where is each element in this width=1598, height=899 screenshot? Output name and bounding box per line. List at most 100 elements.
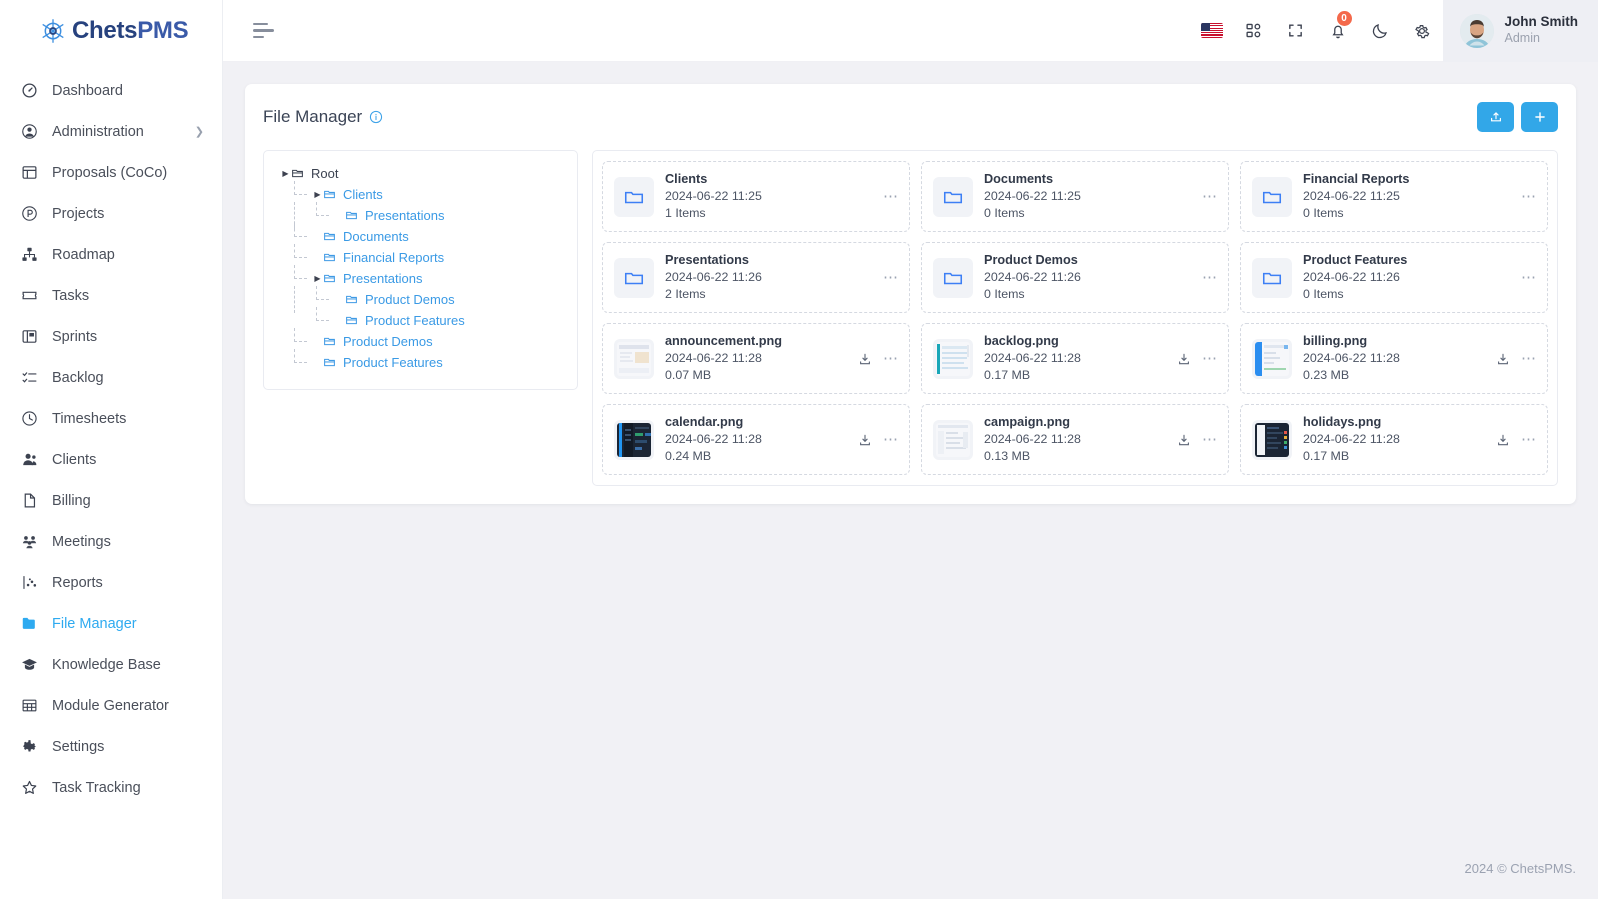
file-name: Product Demos [984,252,1078,267]
language-selector[interactable] [1191,0,1233,62]
file-size: 0.24 MB [665,449,712,464]
sidebar-item-meetings[interactable]: Meetings [0,521,222,562]
sidebar-item-timesheets[interactable]: Timesheets [0,398,222,439]
tree-node-clients[interactable]: ▶ Clients [276,181,567,205]
folder-icon [323,188,340,201]
tree-node-clients-presentations[interactable]: ▶ Presentations [276,202,567,229]
more-horizontal-icon[interactable]: ⋯ [1521,432,1537,447]
more-horizontal-icon[interactable]: ⋯ [883,432,899,447]
more-horizontal-icon[interactable]: ⋯ [1521,189,1537,204]
tree-node-product-features-child[interactable]: ▶ Product Features [276,307,567,331]
sidebar-item-tasks[interactable]: Tasks [0,275,222,316]
topbar: 0 John Smith Admin [223,0,1598,62]
page-title: File Manager [263,107,363,126]
sidebar-item-dashboard[interactable]: Dashboard [0,70,222,111]
file-modified: 2024-06-22 11:26 [1303,270,1400,285]
file-card[interactable]: Presentations 2024-06-22 11:26 2 Items ⋯ [602,242,910,313]
more-horizontal-icon[interactable]: ⋯ [1521,351,1537,366]
sidebar-item-roadmap[interactable]: Roadmap [0,234,222,275]
more-horizontal-icon[interactable]: ⋯ [883,189,899,204]
user-menu[interactable]: John Smith Admin [1442,0,1598,62]
folder-icon [20,615,38,633]
user-meta: John Smith Admin [1505,14,1579,47]
sidebar-item-reports[interactable]: Reports [0,562,222,603]
moon-icon[interactable] [1359,0,1401,62]
file-card[interactable]: holidays.png 2024-06-22 11:28 0.17 MB ⋯ [1240,404,1548,475]
caret-icon[interactable]: ▶ [312,190,323,199]
file-card[interactable]: calendar.png 2024-06-22 11:28 0.24 MB ⋯ [602,404,910,475]
file-card[interactable]: backlog.png 2024-06-22 11:28 0.17 MB ⋯ [921,323,1229,394]
tree-guide [290,286,312,313]
file-card[interactable]: Product Features 2024-06-22 11:26 0 Item… [1240,242,1548,313]
hamburger-icon[interactable] [253,22,275,39]
more-horizontal-icon[interactable]: ⋯ [883,270,899,285]
caret-icon[interactable]: ▶ [312,274,323,283]
file-name: backlog.png [984,333,1059,348]
download-icon[interactable] [1496,433,1510,447]
tree-node-product-features[interactable]: ▶ Product Features [276,349,567,373]
more-horizontal-icon[interactable]: ⋯ [1202,432,1218,447]
tree-node-label: Product Features [343,355,443,370]
tree-node-label: Documents [343,229,409,244]
download-icon[interactable] [1177,433,1191,447]
folder-icon [323,272,340,285]
tree-guide [312,307,334,331]
sidebar-item-projects[interactable]: Projects [0,193,222,234]
sidebar-item-module-generator[interactable]: Module Generator [0,685,222,726]
more-horizontal-icon[interactable]: ⋯ [1202,270,1218,285]
file-info: Presentations 2024-06-22 11:26 2 Items [665,252,872,304]
caret-icon[interactable]: ▶ [280,169,291,178]
tree-node-financial-reports[interactable]: ▶ Financial Reports [276,244,567,268]
user-name: John Smith [1504,14,1579,30]
sidebar-item-backlog[interactable]: Backlog [0,357,222,398]
settings-gear-icon[interactable] [1401,0,1443,62]
sidebar-item-proposals[interactable]: Proposals (CoCo) [0,152,222,193]
sidebar-item-settings[interactable]: Settings [0,726,222,767]
download-icon[interactable] [858,433,872,447]
sidebar-item-clients[interactable]: Clients [0,439,222,480]
fullscreen-icon[interactable] [1275,0,1317,62]
sidebar-item-label: Timesheets [52,410,127,427]
file-actions: ⋯ [883,189,899,204]
more-horizontal-icon[interactable]: ⋯ [1521,270,1537,285]
brand-logo-area[interactable]: ChetsPMS [0,0,222,62]
folder-icon [323,335,340,348]
tree-node-presentations[interactable]: ▶ Presentations [276,265,567,289]
sidebar-item-knowledge-base[interactable]: Knowledge Base [0,644,222,685]
folder-thumbnail [614,257,654,298]
tree-node-product-demos-child[interactable]: ▶ Product Demos [276,286,567,313]
sidebar-item-label: Clients [52,451,97,468]
notifications-button[interactable]: 0 [1317,0,1359,62]
more-horizontal-icon[interactable]: ⋯ [1202,189,1218,204]
sidebar-item-billing[interactable]: Billing [0,480,222,521]
sidebar-item-sprints[interactable]: Sprints [0,316,222,357]
more-horizontal-icon[interactable]: ⋯ [883,351,899,366]
tree-node-root[interactable]: ▶ Root [276,163,567,184]
file-card[interactable]: Financial Reports 2024-06-22 11:25 0 Ite… [1240,161,1548,232]
file-card[interactable]: announcement.png 2024-06-22 11:28 0.07 M… [602,323,910,394]
sidebar-item-file-manager[interactable]: File Manager [0,603,222,644]
sidebar-item-label: Tasks [52,287,90,304]
tree-node-product-demos[interactable]: ▶ Product Demos [276,328,567,352]
apps-grid-icon[interactable] [1233,0,1275,62]
file-card[interactable]: Product Demos 2024-06-22 11:26 0 Items ⋯ [921,242,1229,313]
sidebar-item-administration[interactable]: Administration ❯ [0,111,222,152]
download-icon[interactable] [1496,352,1510,366]
sidebar-item-task-tracking[interactable]: Task Tracking [0,767,222,808]
file-modified: 2024-06-22 11:28 [984,351,1081,366]
sidebar-item-label: Backlog [52,369,104,386]
tree-node-documents[interactable]: ▶ Documents [276,223,567,247]
panel-header: File Manager [245,84,1576,150]
file-card[interactable]: Documents 2024-06-22 11:25 0 Items ⋯ [921,161,1229,232]
file-card[interactable]: Clients 2024-06-22 11:25 1 Items ⋯ [602,161,910,232]
add-button[interactable] [1521,102,1558,132]
download-icon[interactable] [858,352,872,366]
more-horizontal-icon[interactable]: ⋯ [1202,351,1218,366]
file-card[interactable]: billing.png 2024-06-22 11:28 0.23 MB ⋯ [1240,323,1548,394]
panel-body: ▶ Root ▶ Clients Presentations Documents… [245,150,1576,486]
download-icon[interactable] [1177,352,1191,366]
info-circle-icon[interactable] [369,110,383,124]
file-card[interactable]: campaign.png 2024-06-22 11:28 0.13 MB ⋯ [921,404,1229,475]
upload-button[interactable] [1477,102,1514,132]
speedometer-icon [20,82,38,100]
